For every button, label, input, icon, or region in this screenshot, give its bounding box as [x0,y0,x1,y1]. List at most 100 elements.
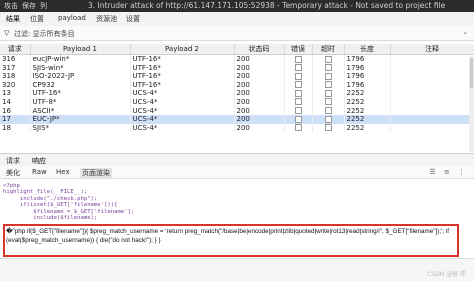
table-scrollbar[interactable] [469,56,474,152]
checkbox-icon [324,81,332,89]
cell: eucJP-win* [30,54,131,64]
cell: SJIS* [30,123,131,133]
timeout-checkbox [312,106,345,116]
col-comment[interactable]: 注释 [390,44,474,55]
tab-payloads[interactable]: payload [58,14,86,22]
table-row[interactable]: 13 UTF-16* UCS-4* 200 2252 [0,89,474,98]
checkbox-icon [294,98,302,106]
filter-bar[interactable]: ▽ 过滤: 显示所有条目 ⌄ [0,26,474,41]
checkbox-icon [294,64,302,72]
chevron-down-icon[interactable]: ⌄ [462,28,468,36]
cell: 200 [234,80,285,90]
col-timeout[interactable]: 超时 [312,44,345,55]
view-icons[interactable]: ☰ ≡ ⋮ [429,168,468,176]
error-checkbox [284,97,313,107]
col-payload1[interactable]: Payload 1 [30,44,131,55]
cell [390,106,474,116]
table-row[interactable]: 317 SJIS-win* UTF-16* 200 1796 [0,63,474,73]
cell [390,72,474,81]
cell: 200 [234,54,285,64]
col-status[interactable]: 状态码 [234,44,285,55]
col-payload2[interactable]: Payload 2 [130,44,235,55]
checkbox-icon [294,72,302,80]
tab-hex[interactable]: Hex [56,168,70,176]
table-row[interactable]: 320 CP932 UTF-16* 200 1796 [0,80,474,90]
error-checkbox [284,80,313,90]
error-checkbox [284,106,313,116]
checkbox-icon [324,98,332,106]
checkbox-icon [294,89,302,97]
table-row[interactable]: 16 ASCII* UCS-4* 200 2252 [0,106,474,116]
cell: CP932 [30,80,131,90]
code-line: include($filename); [3,215,98,222]
error-checkbox [284,63,313,73]
table-row[interactable]: 316 eucJP-win* UTF-16* 200 1796 [0,54,474,64]
tab-results[interactable]: 结果 [6,14,20,24]
table-row[interactable]: 17 EUC-JP* UCS-4* 200 2252 [0,115,474,124]
menu-columns[interactable]: 列 [40,1,47,11]
table-row[interactable]: 18 SJIS* UCS-4* 200 2252 [0,123,474,133]
cell: 317 [0,63,31,73]
timeout-checkbox [312,115,345,124]
cell: 200 [234,123,285,133]
cell: 14 [0,97,31,107]
title-bar: 攻击 保存 列 3. Intruder attack of http://61.… [0,0,474,12]
checkbox-icon [294,55,302,63]
view-tabs: 美化 Raw Hex 页面渲染 ☰ ≡ ⋮ [0,166,474,179]
tab-resource-pool[interactable]: 资源池 [96,14,117,24]
cell: UTF-16* [30,89,131,98]
cell: 1796 [344,63,391,73]
timeout-checkbox [312,72,345,81]
request-response-tabs: 请求 响应 [0,153,474,167]
cell: ISO-2022-JP [30,72,131,81]
tab-raw[interactable]: Raw [32,168,47,176]
table-row[interactable]: 318 ISO-2022-JP UTF-16* 200 1796 [0,72,474,81]
cell: UTF-8* [30,97,131,107]
timeout-checkbox [312,80,345,90]
col-error[interactable]: 错误 [284,44,313,55]
scrollbar-thumb[interactable] [470,58,473,88]
cell: UCS-4* [130,115,235,124]
cell: UTF-16* [130,72,235,81]
error-checkbox [284,123,313,133]
checkbox-icon [324,89,332,97]
cell: UTF-16* [130,63,235,73]
cell: 2252 [344,106,391,116]
menu-save[interactable]: 保存 [22,1,36,11]
tab-settings[interactable]: 设置 [126,14,140,24]
error-checkbox [284,72,313,81]
error-checkbox [284,54,313,64]
checkbox-icon [324,107,332,115]
cell: 2252 [344,97,391,107]
cell [390,63,474,73]
cell: 200 [234,89,285,98]
col-length[interactable]: 长度 [344,44,391,55]
checkbox-icon [324,124,332,132]
table-header: 请求 Payload 1 Payload 2 状态码 错误 超时 长度 注释 [0,44,474,55]
cell: UTF-16* [130,80,235,90]
cell: 2252 [344,123,391,133]
tab-pretty[interactable]: 美化 [6,168,20,178]
table-row[interactable]: 14 UTF-8* UCS-4* 200 2252 [0,97,474,107]
checkbox-icon [294,107,302,115]
cell: 2252 [344,89,391,98]
cell: UCS-4* [130,89,235,98]
cell [390,89,474,98]
cell: 13 [0,89,31,98]
bottom-panel: CSDN @彼 岸 [0,258,474,281]
tab-render[interactable]: 页面渲染 [80,168,112,178]
cell: 200 [234,106,285,116]
error-checkbox [284,115,313,124]
tab-request[interactable]: 请求 [6,156,20,166]
tab-positions[interactable]: 位置 [30,14,44,24]
timeout-checkbox [312,63,345,73]
cell: 18 [0,123,31,133]
main-tabs: 结果 位置 payload 资源池 设置 [0,12,474,27]
timeout-checkbox [312,97,345,107]
col-request[interactable]: 请求 [0,44,31,55]
menu-attack[interactable]: 攻击 [4,1,18,11]
cell [390,115,474,124]
checkbox-icon [294,81,302,89]
cell: 200 [234,97,285,107]
filter-icon: ▽ [4,29,10,37]
